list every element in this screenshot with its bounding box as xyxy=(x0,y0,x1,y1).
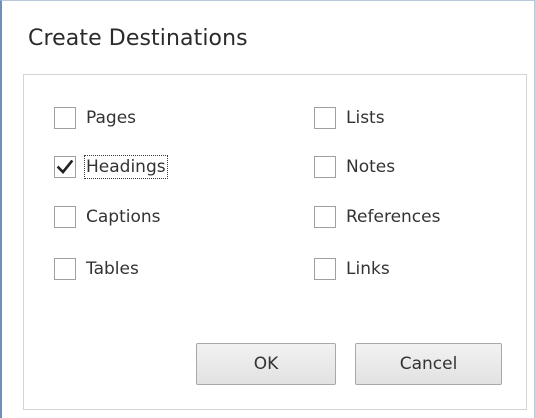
lists-checkbox[interactable] xyxy=(314,107,336,129)
captions-label: Captions xyxy=(86,207,161,227)
option-headings[interactable]: Headings xyxy=(54,154,168,180)
captions-checkbox[interactable] xyxy=(54,206,76,228)
option-captions[interactable]: Captions xyxy=(54,204,162,230)
option-lists[interactable]: Lists xyxy=(314,105,386,131)
cancel-button[interactable]: Cancel xyxy=(355,343,502,385)
option-links[interactable]: Links xyxy=(314,256,391,282)
pages-checkbox[interactable] xyxy=(54,107,76,129)
create-destinations-dialog: Create Destinations Pages Headings Capti… xyxy=(0,0,535,418)
notes-label: Notes xyxy=(346,157,396,177)
references-label: References xyxy=(346,207,441,227)
ok-button[interactable]: OK xyxy=(196,343,336,385)
tables-checkbox[interactable] xyxy=(54,258,76,280)
headings-checkbox[interactable] xyxy=(54,156,76,178)
checkmark-icon xyxy=(57,160,73,174)
lists-label: Lists xyxy=(346,108,385,128)
option-references[interactable]: References xyxy=(314,204,441,230)
option-tables[interactable]: Tables xyxy=(54,256,140,282)
options-panel: Pages Headings Captions Tables Lists Not… xyxy=(23,74,527,410)
notes-checkbox[interactable] xyxy=(314,156,336,178)
links-label: Links xyxy=(346,259,390,279)
tables-label: Tables xyxy=(86,259,139,279)
pages-label: Pages xyxy=(86,108,137,128)
headings-label: Headings xyxy=(84,155,168,179)
option-notes[interactable]: Notes xyxy=(314,154,396,180)
option-pages[interactable]: Pages xyxy=(54,105,137,131)
dialog-title: Create Destinations xyxy=(28,26,248,51)
links-checkbox[interactable] xyxy=(314,258,336,280)
references-checkbox[interactable] xyxy=(314,206,336,228)
